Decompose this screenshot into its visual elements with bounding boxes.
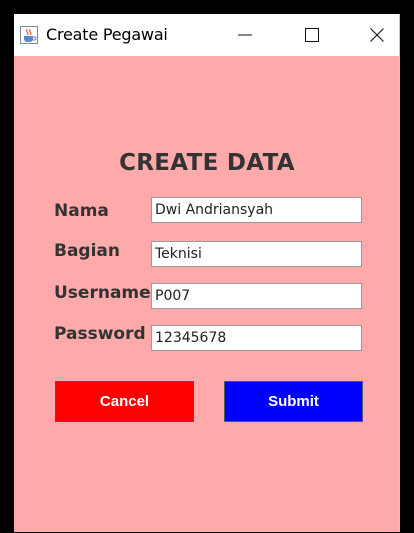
password-label: Password <box>54 324 146 344</box>
bagian-label: Bagian <box>54 241 120 261</box>
close-icon <box>370 28 384 42</box>
cancel-button[interactable]: Cancel <box>55 381 194 422</box>
minimize-icon <box>238 34 252 36</box>
bagian-field[interactable] <box>151 241 362 267</box>
form-heading: CREATE DATA <box>119 150 295 176</box>
app-window: Create Pegawai CREATE DATA Nama Bagian U… <box>14 14 400 532</box>
java-cup-icon <box>20 26 38 44</box>
nama-label: Nama <box>54 201 109 221</box>
close-button[interactable] <box>354 14 399 56</box>
username-label: Username <box>54 283 151 303</box>
nama-field[interactable] <box>151 197 362 223</box>
window-title: Create Pegawai <box>46 25 168 44</box>
password-field[interactable] <box>151 325 362 351</box>
maximize-button[interactable] <box>289 14 335 56</box>
username-field[interactable] <box>151 283 362 309</box>
submit-button[interactable]: Submit <box>224 381 363 422</box>
maximize-icon <box>305 28 319 42</box>
minimize-button[interactable] <box>222 14 268 56</box>
title-bar[interactable]: Create Pegawai <box>14 14 399 56</box>
